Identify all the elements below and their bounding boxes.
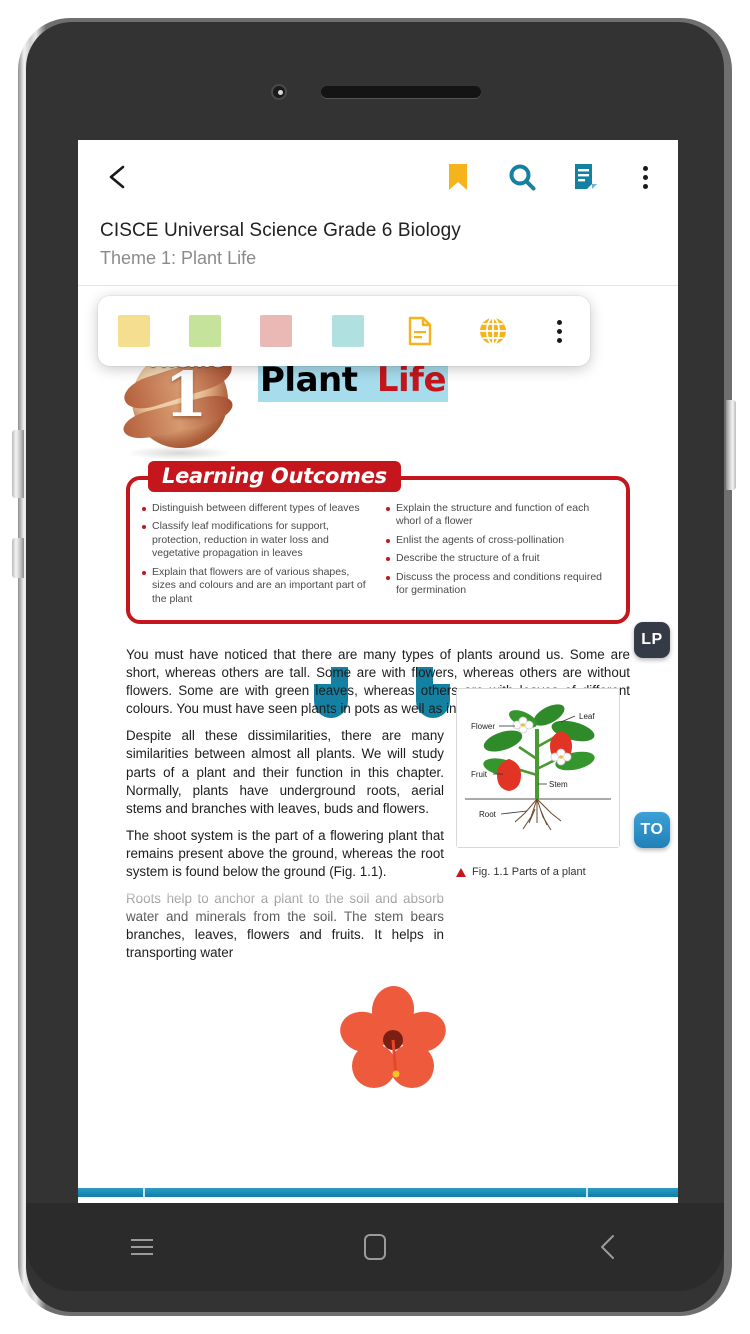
globe-icon[interactable] — [476, 314, 510, 348]
list-item: Discuss the process and conditions requi… — [386, 571, 616, 598]
list-item-text: Discuss the process and conditions requi… — [396, 570, 603, 597]
list-item: Distinguish between different types of l… — [142, 502, 372, 515]
list-item: Describe the structure of a fruit — [386, 552, 616, 565]
badge-lp[interactable]: LP — [634, 622, 670, 658]
bullet-icon — [142, 507, 146, 511]
list-item: Explain that flowers are of various shap… — [142, 566, 372, 606]
learning-outcomes-box: Learning Outcomes Distinguish between di… — [126, 461, 630, 624]
hibiscus-flower — [338, 984, 448, 1094]
learning-outcomes-columns: Distinguish between different types of l… — [142, 502, 616, 611]
paragraph: The shoot system is the part of a flower… — [126, 827, 444, 880]
bullet-icon — [142, 525, 146, 530]
figure-label-flower: Flower — [471, 722, 495, 731]
search-icon[interactable] — [507, 162, 537, 192]
front-camera-icon — [271, 84, 287, 100]
power-button[interactable] — [12, 538, 24, 578]
app-screen: CISCE Universal Science Grade 6 Biology … — [78, 140, 678, 1203]
document-page[interactable]: Theme 1 Plant Life Learning Outcomes Dis… — [78, 286, 678, 1203]
back-arrow-icon[interactable] — [100, 160, 134, 194]
bullet-icon — [386, 538, 390, 543]
figure-caption-text: Fig. 1.1 Parts of a plant — [472, 866, 586, 878]
highlight-green-swatch[interactable] — [189, 315, 222, 347]
learning-outcomes-left-column: Distinguish between different types of l… — [142, 502, 372, 611]
android-nav-bar — [26, 1203, 724, 1291]
list-item: Explain the structure and function of ea… — [386, 502, 616, 529]
note-document-icon[interactable] — [403, 314, 437, 348]
bullet-icon — [142, 570, 146, 575]
list-item: Classify leaf modifications for support,… — [142, 520, 372, 560]
bullet-icon — [386, 507, 390, 511]
highlight-yellow-swatch[interactable] — [118, 315, 150, 347]
back-chevron-icon[interactable] — [576, 1223, 640, 1271]
list-item-text: Explain the structure and function of ea… — [396, 502, 590, 528]
list-item-text: Classify leaf modifications for support,… — [152, 520, 329, 560]
badge-to[interactable]: TO — [634, 812, 670, 848]
learning-outcomes-heading: Learning Outcomes — [148, 461, 401, 492]
list-item-text: Enlist the agents of cross-pollination — [396, 533, 565, 546]
list-item: Enlist the agents of cross-pollination — [386, 534, 616, 547]
figure-caption: Fig. 1.1 Parts of a plant — [456, 866, 626, 878]
bookmark-icon[interactable] — [443, 162, 473, 192]
reading-progress-bar[interactable] — [78, 1188, 678, 1197]
hamburger-recents-icon[interactable] — [110, 1223, 174, 1271]
figure-label-stem: Stem — [549, 780, 568, 789]
volume-button[interactable] — [12, 430, 24, 498]
progress-notch — [586, 1188, 588, 1197]
hibiscus-hedge-photo — [78, 884, 678, 1203]
page-title: CISCE Universal Science Grade 6 Biology — [100, 220, 461, 241]
earpiece-speaker — [321, 86, 481, 98]
progress-notch — [143, 1188, 145, 1197]
app-bar-actions — [443, 162, 656, 192]
list-item-text: Describe the structure of a fruit — [396, 552, 540, 565]
triangle-marker-icon — [456, 867, 466, 877]
figure-label-fruit: Fruit — [471, 770, 488, 779]
list-item-text: Distinguish between different types of l… — [152, 502, 360, 514]
highlight-toolbar-kebab-icon[interactable] — [549, 318, 570, 345]
learning-outcomes-right-column: Explain the structure and function of ea… — [386, 502, 616, 611]
figure-label-leaf: Leaf — [579, 712, 595, 721]
home-square-icon[interactable] — [343, 1223, 407, 1271]
title-block: CISCE Universal Science Grade 6 Biology … — [78, 214, 678, 286]
app-bar — [78, 140, 678, 214]
top-bezel — [26, 22, 724, 140]
theme-number-label: 1 — [164, 358, 208, 431]
page-subtitle: Theme 1: Plant Life — [100, 248, 257, 268]
figure-label-root: Root — [479, 810, 497, 819]
highlight-toolbar — [98, 296, 590, 366]
list-item-text: Explain that flowers are of various shap… — [152, 565, 366, 605]
highlight-pink-swatch[interactable] — [260, 315, 293, 347]
bullet-icon — [386, 557, 390, 562]
bullet-icon — [386, 575, 390, 580]
paragraph: Despite all these dissimilarities, there… — [126, 728, 444, 816]
figure-parts-of-a-plant: Flower Leaf Fruit Stem Root — [456, 688, 620, 848]
side-button-right[interactable] — [726, 400, 736, 490]
kebab-menu-icon[interactable] — [635, 164, 656, 191]
chapter-title[interactable]: Plant Life — [258, 358, 448, 402]
highlight-cyan-swatch[interactable] — [331, 315, 364, 347]
notes-icon[interactable] — [571, 162, 601, 192]
